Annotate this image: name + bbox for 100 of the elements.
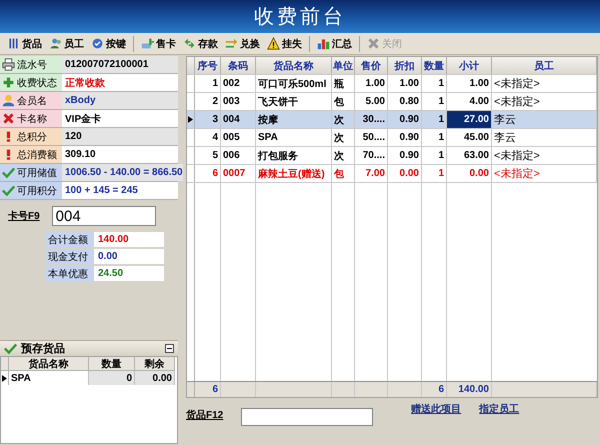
total-label: 本单优惠 (46, 266, 94, 281)
table-cell: 5 (195, 147, 221, 164)
table-cell: 0007 (221, 165, 256, 182)
total-value: 24.50 (94, 266, 164, 281)
table-cell: 002 (221, 75, 256, 92)
label-text: 可用积分 (17, 184, 57, 198)
table-cell: 次 (332, 129, 355, 146)
table-cell: 包 (332, 165, 355, 182)
total-value: 0.00 (94, 249, 164, 264)
table-cell: SPA (9, 371, 89, 385)
column-header: 员工 (492, 57, 597, 74)
table-cell: 麻辣土豆(赠送) (256, 165, 332, 182)
column-header: 货品名称 (256, 57, 332, 74)
toolbar-button[interactable]: 存款 (180, 36, 221, 52)
printer-icon (2, 58, 15, 71)
collapse-icon[interactable] (165, 344, 174, 353)
label-text: 总消费额 (17, 148, 57, 162)
item-field[interactable] (241, 408, 374, 426)
total-label: 现金支付 (46, 249, 94, 264)
cross-icon (2, 112, 15, 125)
table-cell: 6 (195, 165, 221, 182)
table-row[interactable]: 5 006 打包服务 次 70.... 0.90 1 63.00 <未指定> (187, 147, 597, 165)
column-header: 货品名称 (9, 357, 89, 371)
table-cell: 1.00 (355, 75, 388, 92)
table-cell: 1 (422, 165, 447, 182)
toolbar-button[interactable]: 兑换 (222, 36, 263, 52)
info-value: VIP金卡 (62, 110, 178, 127)
label-text: 收费状态 (17, 76, 57, 90)
table-cell: 0.90 (388, 111, 422, 128)
card-number-label: 卡号F9 (8, 210, 40, 223)
table-cell: 0.90 (388, 129, 422, 146)
table-cell: <未指定> (492, 93, 597, 110)
total-value: 140.00 (94, 232, 164, 247)
table-cell: 1 (422, 93, 447, 110)
table-cell: 4.00 (447, 93, 492, 110)
card-number-field[interactable]: 004 (52, 206, 156, 226)
table-cell: 1.00 (388, 75, 422, 92)
total-label: 合计金额 (46, 232, 94, 247)
table-cell: 006 (221, 147, 256, 164)
table-cell: 次 (332, 111, 355, 128)
table-cell: 2 (195, 93, 221, 110)
toolbar-button[interactable]: 售卡 (138, 36, 179, 52)
table-cell: <未指定> (492, 75, 597, 92)
plus-icon (2, 76, 15, 89)
toolbar-button[interactable]: 汇总 (314, 36, 355, 52)
action-link[interactable]: 指定员工 (479, 402, 520, 416)
table-cell: 0.90 (388, 147, 422, 164)
column-header: 序号 (195, 57, 221, 74)
table-cell: 30.... (355, 111, 388, 128)
label-text: 会员名 (17, 94, 47, 108)
column-header: 单位 (332, 57, 355, 74)
table-cell: 1 (422, 147, 447, 164)
table-cell: 27.00 (447, 111, 492, 128)
table-cell: SPA (256, 129, 332, 146)
info-value: 1006.50 - 140.00 = 866.50 (62, 164, 183, 181)
table-cell: 4 (195, 129, 221, 146)
people-icon (49, 37, 62, 50)
table-cell: 004 (221, 111, 256, 128)
info-value: 012007072100001 (62, 56, 178, 73)
table-cell: 50.... (355, 129, 388, 146)
toolbar-button[interactable]: 员工 (46, 36, 87, 52)
footer-cell: 6 (422, 382, 447, 397)
footer-cell: 140.00 (447, 382, 492, 397)
label-text: 可用储值 (17, 166, 57, 180)
column-header: 折扣 (388, 57, 422, 74)
action-link[interactable]: 赠送此项目 (411, 402, 462, 416)
column-header: 小计 (447, 57, 492, 74)
info-value: 100 + 145 = 245 (62, 182, 178, 199)
table-row[interactable]: 1 002 可口可乐500ml 瓶 1.00 1.00 1 1.00 <未指定> (187, 75, 597, 93)
person-icon (2, 94, 15, 107)
row-pointer-icon (188, 116, 193, 123)
table-cell: 1.00 (447, 75, 492, 92)
table-row[interactable]: 3 004 按摩 次 30.... 0.90 1 27.00 李云 (187, 111, 597, 129)
toolbar-button[interactable]: 挂失 (264, 36, 305, 52)
table-row[interactable]: 4 005 SPA 次 50.... 0.90 1 45.00 李云 (187, 129, 597, 147)
table-cell: 次 (332, 147, 355, 164)
table-cell: 按摩 (256, 111, 332, 128)
table-cell: 1 (422, 75, 447, 92)
toolbar-button[interactable]: 按键 (88, 36, 129, 52)
check-icon (4, 342, 17, 355)
table-cell: 0.00 (388, 165, 422, 182)
table-row[interactable]: 6 0007 麻辣土豆(赠送) 包 7.00 0.00 1 0.00 <未指定> (187, 165, 597, 183)
info-value: 120 (62, 128, 178, 145)
warning-icon (267, 37, 280, 50)
table-cell: 5.00 (355, 93, 388, 110)
window-title: 收费前台 (254, 5, 346, 30)
info-value: 309.10 (62, 146, 178, 163)
column-header: 数量 (89, 357, 135, 371)
bar-chart-icon (317, 37, 330, 50)
check-icon (2, 184, 15, 197)
table-cell: 7.00 (355, 165, 388, 182)
item-label: 货品F12 (186, 408, 224, 422)
table-cell: 打包服务 (256, 147, 332, 164)
table-cell: 45.00 (447, 129, 492, 146)
toolbar-button[interactable]: 货品 (4, 36, 45, 52)
table-cell: <未指定> (492, 165, 597, 182)
table-cell: 1 (195, 75, 221, 92)
table-cell: 0.00 (447, 165, 492, 182)
table-cell: 李云 (492, 129, 597, 146)
check-circle-icon (91, 37, 104, 50)
